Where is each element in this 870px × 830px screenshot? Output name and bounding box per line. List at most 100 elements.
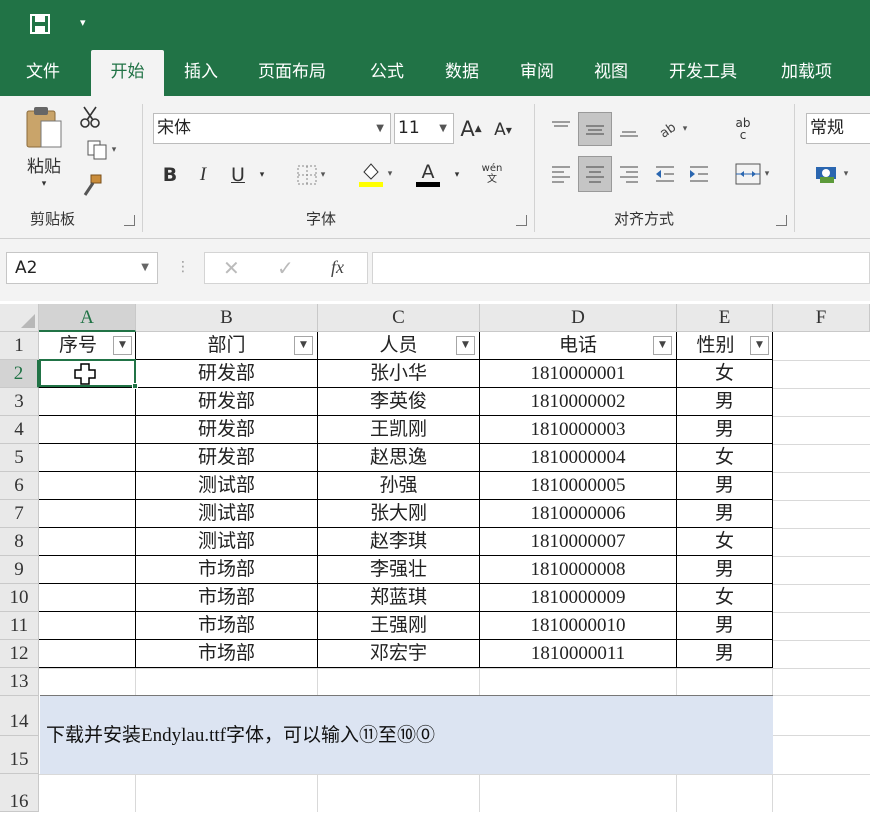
row-header[interactable]: 16 xyxy=(0,774,39,812)
table-cell-seq[interactable] xyxy=(39,612,136,640)
fill-handle[interactable] xyxy=(132,383,138,389)
header-cell-phone[interactable]: 电话 xyxy=(480,332,677,360)
table-cell-gender[interactable]: 女 xyxy=(677,360,773,388)
font-name-select[interactable]: 宋体 ▼ xyxy=(153,113,391,144)
table-cell-phone[interactable]: 1810000004 xyxy=(480,444,677,472)
table-cell-dept[interactable]: 测试部 xyxy=(136,472,318,500)
table-cell-person[interactable]: 赵李琪 xyxy=(318,528,480,556)
column-header-a[interactable]: A xyxy=(39,304,136,332)
tab-addins[interactable]: 加载项 xyxy=(781,50,832,96)
table-cell-dept[interactable]: 市场部 xyxy=(136,640,318,668)
table-cell-seq[interactable] xyxy=(39,640,136,668)
table-cell-phone[interactable]: 1810000007 xyxy=(480,528,677,556)
row-header[interactable]: 2 xyxy=(0,360,39,388)
table-cell-phone[interactable]: 1810000005 xyxy=(480,472,677,500)
table-cell-gender[interactable]: 男 xyxy=(677,416,773,444)
header-cell-dept[interactable]: 部门 xyxy=(136,332,318,360)
table-cell-person[interactable]: 王强刚 xyxy=(318,612,480,640)
table-cell-dept[interactable]: 测试部 xyxy=(136,500,318,528)
decrease-font-icon[interactable]: A ▼ xyxy=(490,116,516,144)
tab-data[interactable]: 数据 xyxy=(445,50,479,96)
tab-home[interactable]: 开始 xyxy=(91,50,164,96)
row-header[interactable]: 11 xyxy=(0,612,39,640)
underline-button[interactable]: U xyxy=(222,160,254,190)
select-all-button[interactable] xyxy=(0,304,39,332)
bold-button[interactable]: B xyxy=(156,160,184,190)
column-header-b[interactable]: B xyxy=(136,304,318,332)
font-launcher-icon[interactable] xyxy=(516,215,527,226)
table-cell-phone[interactable]: 1810000006 xyxy=(480,500,677,528)
table-cell-gender[interactable]: 女 xyxy=(677,444,773,472)
row-header[interactable]: 8 xyxy=(0,528,39,556)
row-header[interactable]: 9 xyxy=(0,556,39,584)
align-top-icon[interactable] xyxy=(546,114,576,144)
save-icon[interactable] xyxy=(30,14,50,34)
table-cell-seq[interactable] xyxy=(39,472,136,500)
filter-dropdown-icon[interactable]: ▼ xyxy=(456,336,475,355)
note-text[interactable]: 下载并安装Endylau.ttf字体，可以输入⑪至⑩⓪ xyxy=(40,695,773,774)
table-cell-phone[interactable]: 1810000008 xyxy=(480,556,677,584)
row-header[interactable]: 10 xyxy=(0,584,39,612)
table-cell-person[interactable]: 李强壮 xyxy=(318,556,480,584)
align-middle-icon[interactable] xyxy=(578,112,612,146)
decrease-indent-icon[interactable] xyxy=(650,158,680,190)
table-cell-phone[interactable]: 1810000001 xyxy=(480,360,677,388)
enter-icon[interactable]: ✓ xyxy=(277,256,294,280)
format-painter-icon[interactable] xyxy=(80,172,104,198)
row-header[interactable]: 1 xyxy=(0,332,39,360)
copy-icon[interactable]: ▾ xyxy=(78,138,124,162)
tab-insert[interactable]: 插入 xyxy=(184,50,218,96)
filter-dropdown-icon[interactable]: ▼ xyxy=(653,336,672,355)
table-cell-gender[interactable]: 男 xyxy=(677,556,773,584)
row-header[interactable]: 15 xyxy=(0,736,39,774)
filter-dropdown-icon[interactable]: ▼ xyxy=(113,336,132,355)
clipboard-launcher-icon[interactable] xyxy=(124,215,135,226)
row-header[interactable]: 13 xyxy=(0,668,39,696)
table-cell-gender[interactable]: 女 xyxy=(677,584,773,612)
insert-function-icon[interactable]: fx xyxy=(331,257,344,278)
table-cell-dept[interactable]: 研发部 xyxy=(136,388,318,416)
table-cell-seq[interactable] xyxy=(39,416,136,444)
table-cell-dept[interactable]: 研发部 xyxy=(136,444,318,472)
column-header-f[interactable]: F xyxy=(773,304,870,332)
table-cell-person[interactable]: 孙强 xyxy=(318,472,480,500)
formula-input[interactable] xyxy=(372,252,870,284)
table-cell-phone[interactable]: 1810000011 xyxy=(480,640,677,668)
table-cell-seq[interactable] xyxy=(39,556,136,584)
align-left-icon[interactable] xyxy=(546,158,576,190)
wrap-text-icon[interactable]: ab c xyxy=(728,112,758,146)
tab-developer[interactable]: 开发工具 xyxy=(669,50,737,96)
cancel-icon[interactable]: ✕ xyxy=(223,256,240,280)
filter-dropdown-icon[interactable]: ▼ xyxy=(294,336,313,355)
scissors-icon[interactable] xyxy=(78,104,102,130)
row-header[interactable]: 4 xyxy=(0,416,39,444)
fill-color-icon[interactable]: ▾ xyxy=(350,158,400,190)
table-cell-gender[interactable]: 女 xyxy=(677,528,773,556)
align-right-icon[interactable] xyxy=(614,158,644,190)
tab-file[interactable]: 文件 xyxy=(26,50,60,96)
alignment-launcher-icon[interactable] xyxy=(776,215,787,226)
table-cell-seq[interactable] xyxy=(39,500,136,528)
table-cell-gender[interactable]: 男 xyxy=(677,640,773,668)
table-cell-person[interactable]: 邓宏宇 xyxy=(318,640,480,668)
increase-indent-icon[interactable] xyxy=(684,158,714,190)
table-cell-person[interactable]: 张小华 xyxy=(318,360,480,388)
table-cell-dept[interactable]: 研发部 xyxy=(136,360,318,388)
tab-page-layout[interactable]: 页面布局 xyxy=(258,50,326,96)
table-cell-person[interactable]: 赵思逸 xyxy=(318,444,480,472)
paste-icon[interactable] xyxy=(18,104,70,152)
number-format-select[interactable]: 常规 xyxy=(806,113,870,144)
table-cell-person[interactable]: 张大刚 xyxy=(318,500,480,528)
column-header-d[interactable]: D xyxy=(480,304,677,332)
paste-dropdown-icon[interactable]: ▾ xyxy=(36,178,52,190)
merge-center-icon[interactable]: ▾ xyxy=(726,158,778,190)
table-cell-gender[interactable]: 男 xyxy=(677,472,773,500)
table-cell-gender[interactable]: 男 xyxy=(677,612,773,640)
table-cell-person[interactable]: 李英俊 xyxy=(318,388,480,416)
table-cell-person[interactable]: 王凯刚 xyxy=(318,416,480,444)
row-header[interactable]: 7 xyxy=(0,500,39,528)
tab-formulas[interactable]: 公式 xyxy=(370,50,404,96)
qat-dropdown-icon[interactable]: ▾ xyxy=(80,16,86,29)
table-cell-gender[interactable]: 男 xyxy=(677,500,773,528)
italic-button[interactable]: I xyxy=(190,160,216,190)
